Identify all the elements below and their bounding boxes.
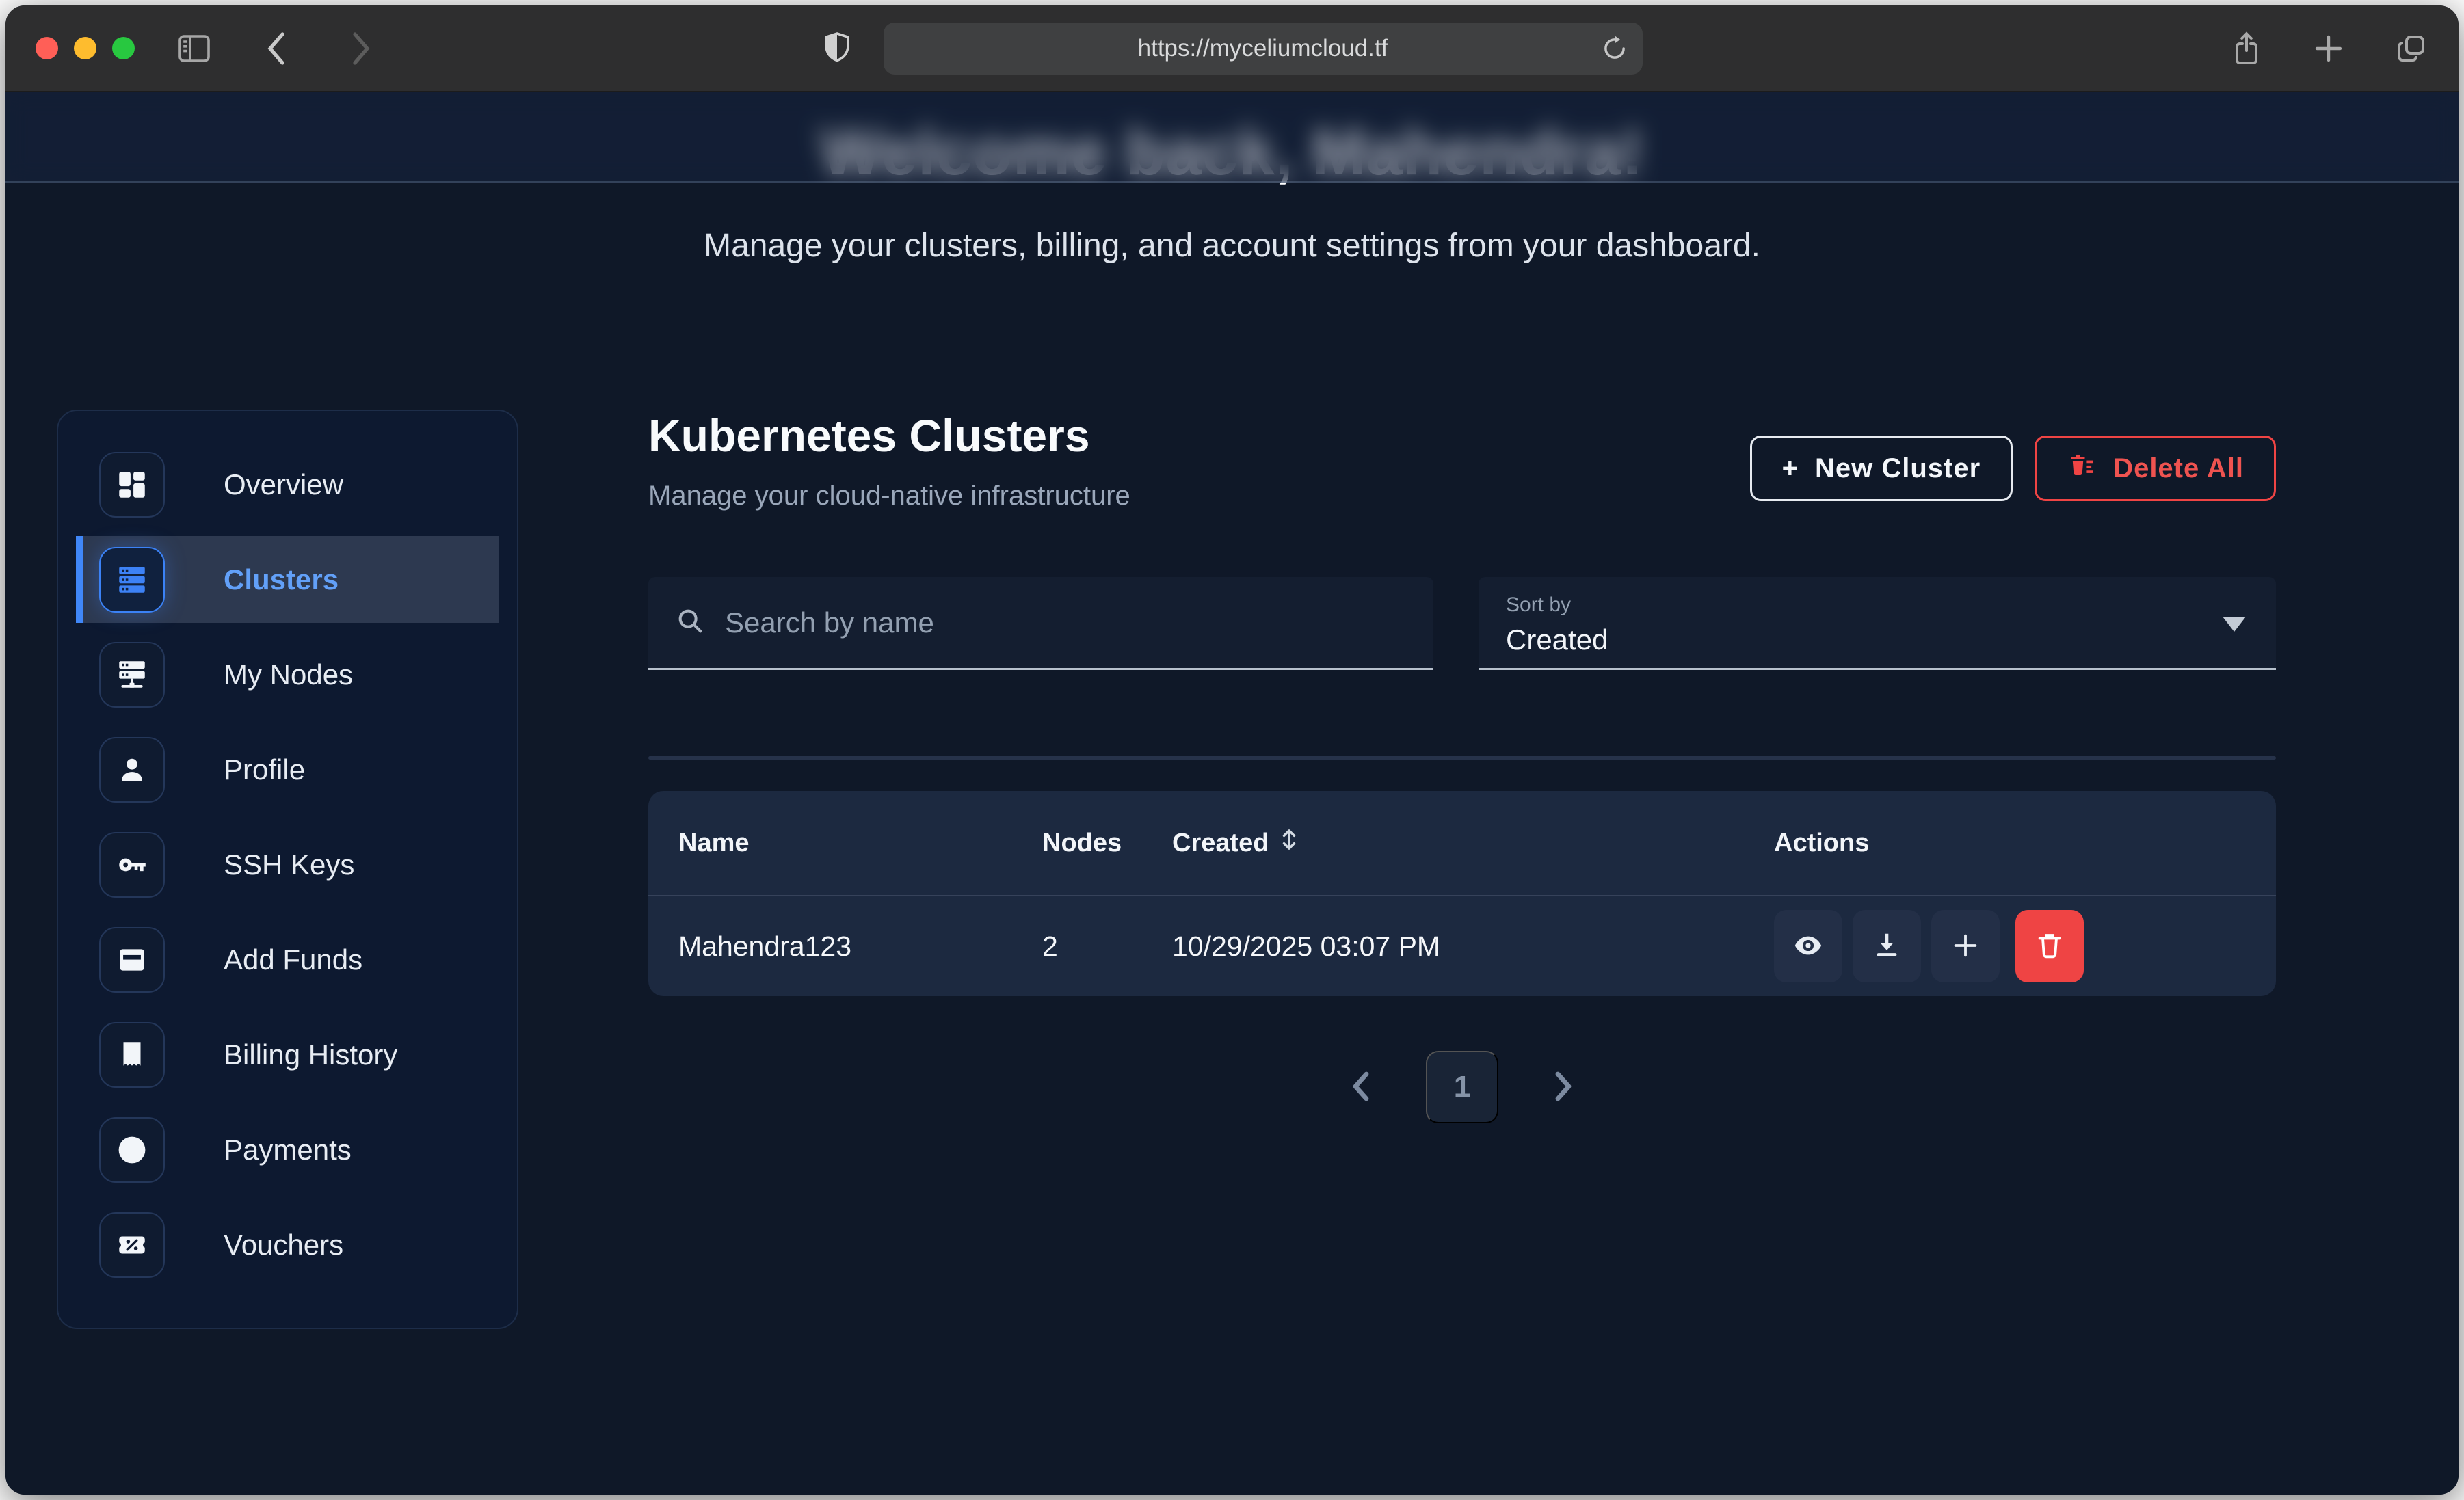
clock-icon [99,1117,165,1183]
search-input[interactable] [725,606,1407,639]
plus-icon: + [1782,453,1799,484]
refresh-icon [1600,34,1629,63]
download-icon [1871,930,1903,963]
back-button[interactable] [265,30,288,67]
main-header-text: Kubernetes Clusters Manage your cloud-na… [648,410,1130,511]
cell-cluster-nodes: 2 [1042,930,1172,963]
url-text: https://myceliumcloud.tf [1138,35,1388,62]
sidebar-item-vouchers[interactable]: Vouchers [76,1201,499,1288]
clusters-table: Name Nodes Created Actions [648,791,2276,996]
page-subtitle: Manage your cloud-native infrastructure [648,481,1130,511]
chevron-right-icon [349,30,373,67]
sidebar-item-billing-history[interactable]: Billing History [76,1011,499,1098]
sort-label: Sort by [1506,593,2249,617]
address-bar-group: https://myceliumcloud.tf [822,23,1643,75]
chevron-left-icon [265,30,288,67]
pagination: 1 [648,1051,2276,1123]
page-title: Kubernetes Clusters [648,410,1130,461]
table-row: Mahendra123 2 10/29/2025 03:07 PM [648,895,2276,996]
chevron-right-icon [1550,1069,1576,1106]
dashboard-page: Welcome back, Mahendra! Manage your clus… [5,92,2459,1495]
sidebar-item-ssh-keys[interactable]: SSH Keys [76,821,499,908]
search-field [648,577,1433,670]
receipt-icon [99,1022,165,1088]
browser-toolbar: https://myceliumcloud.tf [5,5,2459,92]
sidebar-item-profile[interactable]: Profile [76,726,499,813]
voucher-icon [99,1212,165,1278]
page-number-button[interactable]: 1 [1426,1051,1498,1123]
plus-icon [1950,930,1981,963]
column-header-created[interactable]: Created [1172,828,1774,858]
minimize-window-button[interactable] [74,37,96,59]
trash-icon [2034,930,2065,963]
forward-button[interactable] [349,30,373,67]
sidebar-toggle-button[interactable] [177,34,211,64]
zoom-window-button[interactable] [112,37,135,59]
toolbar-right-group [2230,30,2428,67]
next-page-button[interactable] [1550,1069,1576,1106]
table-header-row: Name Nodes Created Actions [648,791,2276,895]
traffic-lights [36,37,135,59]
chevron-down-icon [2223,617,2246,632]
clusters-icon [99,547,165,613]
sidebar-item-add-funds[interactable]: Add Funds [76,916,499,1003]
new-tab-button[interactable] [2312,32,2345,65]
add-node-button[interactable] [1931,910,2000,982]
sort-select[interactable]: Sort by Created [1479,577,2276,670]
main-content: Kubernetes Clusters Manage your cloud-na… [648,410,2276,1329]
browser-window: https://myceliumcloud.tf [5,5,2459,1495]
sidebar-nav: Overview Clusters My Nodes [57,410,518,1329]
search-icon [674,605,706,640]
shield-icon [822,31,852,66]
cell-cluster-created: 10/29/2025 03:07 PM [1172,930,1774,963]
nodes-icon [99,642,165,708]
sidebar-item-my-nodes[interactable]: My Nodes [76,631,499,718]
sidebar-item-clusters[interactable]: Clusters [76,536,499,623]
tab-overview-button[interactable] [2394,31,2428,66]
reload-button[interactable] [1600,34,1629,63]
profile-icon [99,737,165,803]
url-field[interactable]: https://myceliumcloud.tf [884,23,1643,75]
sidebar-toggle-icon [177,34,211,64]
content-row: Overview Clusters My Nodes [5,410,2459,1329]
sort-arrows-icon [1279,828,1299,858]
cell-cluster-name: Mahendra123 [678,930,1042,963]
chevron-left-icon [1348,1069,1374,1106]
dashboard-icon [99,452,165,518]
column-header-name: Name [678,829,1042,858]
eye-icon [1792,930,1824,963]
delete-all-button[interactable]: Delete All [2035,436,2276,501]
sidebar-item-payments[interactable]: Payments [76,1106,499,1193]
close-window-button[interactable] [36,37,58,59]
new-cluster-button[interactable]: + New Cluster [1750,436,2013,501]
welcome-subtitle: Manage your clusters, billing, and accou… [5,227,2459,265]
tabs-icon [2394,31,2428,66]
download-kubeconfig-button[interactable] [1853,910,1921,982]
main-header: Kubernetes Clusters Manage your cloud-na… [648,410,2276,511]
plus-icon [2312,32,2345,65]
view-cluster-button[interactable] [1774,910,1842,982]
sort-value: Created [1506,624,2249,656]
sidebar-item-overview[interactable]: Overview [76,441,499,528]
row-actions [1774,910,2246,982]
column-header-actions: Actions [1774,829,2246,858]
delete-sweep-icon [2067,450,2097,487]
share-icon [2230,30,2263,67]
sticky-header-blur [5,92,2459,183]
key-icon [99,832,165,898]
header-actions: + New Cluster Delete All [1750,436,2276,511]
column-header-nodes: Nodes [1042,829,1172,858]
previous-page-button[interactable] [1348,1069,1374,1106]
wallet-icon [99,927,165,993]
section-divider [648,756,2276,760]
privacy-shield-button[interactable] [822,31,852,66]
delete-cluster-button[interactable] [2015,910,2084,982]
share-button[interactable] [2230,30,2263,67]
filter-row: Sort by Created [648,577,2276,670]
